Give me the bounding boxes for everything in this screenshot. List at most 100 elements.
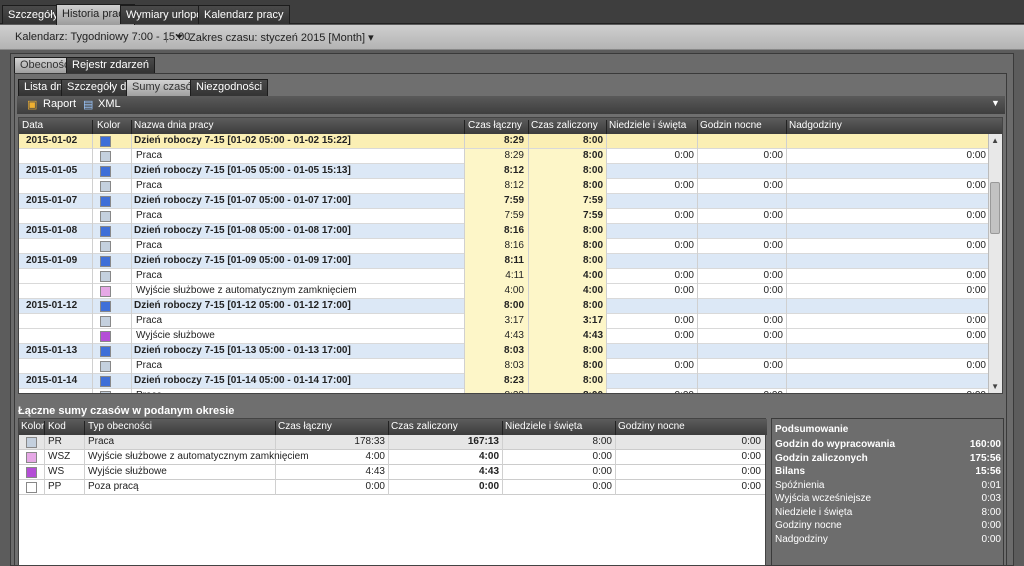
entry-row[interactable]: Praca 3:17 3:17 0:00 0:00 0:00 <box>19 314 989 329</box>
column-divider <box>131 194 132 209</box>
row-overtime: 0:00 <box>966 270 986 281</box>
day-row[interactable]: 2015-01-08 Dzień roboczy 7-15 [01-08 05:0… <box>19 224 989 239</box>
sums-col-kolor[interactable]: Kolor <box>21 421 44 432</box>
entry-row[interactable]: Praca 8:29 8:00 0:00 0:00 0:00 <box>19 149 989 164</box>
summary-label: Spóźnienia <box>775 479 825 491</box>
sums-col-czas-zaliczony[interactable]: Czas zaliczony <box>391 421 458 432</box>
column-divider <box>697 284 698 299</box>
column-divider <box>84 450 85 465</box>
scroll-up-icon[interactable]: ▲ <box>991 136 999 145</box>
sums-row[interactable]: WS Wyjście służbowe 4:43 4:43 0:00 0:00 <box>19 465 765 480</box>
column-divider <box>528 359 529 374</box>
sums-col-kod[interactable]: Kod <box>48 421 66 432</box>
column-divider <box>786 374 787 389</box>
column-divider <box>92 164 93 179</box>
column-divider <box>464 224 465 239</box>
row-total: 8:00 <box>503 300 524 311</box>
entry-row[interactable]: Praca 8:12 8:00 0:00 0:00 0:00 <box>19 179 989 194</box>
day-row[interactable]: 2015-01-07 Dzień roboczy 7-15 [01-07 05:0… <box>19 194 989 209</box>
col-nazwa[interactable]: Nazwa dnia pracy <box>134 120 213 131</box>
column-divider <box>131 389 132 393</box>
chevron-down-icon[interactable]: ▼ <box>991 98 1000 108</box>
summary-label: Wyjścia wcześniejsze <box>775 493 872 504</box>
row-overtime: 0:00 <box>966 285 986 296</box>
col-godzin-nocne[interactable]: Godzin nocne <box>700 120 762 131</box>
color-swatch <box>100 136 111 147</box>
col-data[interactable]: Data <box>22 120 43 131</box>
report-button[interactable]: Raport <box>43 98 76 110</box>
row-total: 3:17 <box>504 315 524 326</box>
sums-col-czas-laczny[interactable]: Czas łączny <box>278 421 332 432</box>
column-divider <box>44 465 45 480</box>
sums-total: 0:00 <box>365 481 385 492</box>
row-night: 0:00 <box>763 315 783 326</box>
column-divider <box>44 450 45 465</box>
row-total: 8:23 <box>503 375 524 386</box>
col-kolor[interactable]: Kolor <box>97 120 120 131</box>
vertical-scrollbar[interactable]: ▲ ▼ <box>988 134 1002 393</box>
sums-row[interactable]: PP Poza pracą 0:00 0:00 0:00 0:00 <box>19 480 765 495</box>
color-swatch <box>100 226 111 237</box>
entry-row[interactable]: Wyjście służbowe 4:43 4:43 0:00 0:00 0:00 <box>19 329 989 344</box>
col-niedziele[interactable]: Niedziele i święta <box>609 120 686 131</box>
day-row[interactable]: 2015-01-14 Dzień roboczy 7-15 [01-14 05:0… <box>19 374 989 389</box>
summary-line: Godzin do wypracowania 160:00 <box>775 439 1001 450</box>
sums-row[interactable]: PR Praca 178:33 167:13 8:00 0:00 <box>19 435 765 450</box>
tab-kalendarz-pracy[interactable]: Kalendarz pracy <box>198 5 290 24</box>
xml-button[interactable]: XML <box>98 98 121 110</box>
sums-col-typ[interactable]: Typ obecności <box>88 421 152 432</box>
entry-row[interactable]: Wyjście służbowe z automatycznym zamknię… <box>19 284 989 299</box>
column-divider <box>131 299 132 314</box>
row-credited: 8:00 <box>582 300 603 311</box>
col-nadgodziny[interactable]: Nadgodziny <box>789 120 842 131</box>
day-row[interactable]: 2015-01-09 Dzień roboczy 7-15 [01-09 05:0… <box>19 254 989 269</box>
tab-niezgodnosci[interactable]: Niezgodności <box>190 79 269 96</box>
col-czas-laczny[interactable]: Czas łączny <box>468 120 522 131</box>
day-row[interactable]: 2015-01-05 Dzień roboczy 7-15 [01-05 05:0… <box>19 164 989 179</box>
day-row[interactable]: 2015-01-02 Dzień roboczy 7-15 [01-02 05:0… <box>19 134 989 149</box>
row-name: Praca <box>136 180 163 191</box>
tab-rejestr-zdarzen[interactable]: Rejestr zdarzeń <box>66 57 156 73</box>
entry-row[interactable]: Praca 8:23 8:00 0:00 0:00 0:00 <box>19 389 989 393</box>
filter-icon: ⏷ <box>175 31 184 43</box>
row-overtime: 0:00 <box>966 240 986 251</box>
color-swatch <box>26 452 37 463</box>
column-divider <box>786 209 787 224</box>
sums-col-godziny-nocne[interactable]: Godziny nocne <box>618 421 685 432</box>
day-row[interactable]: 2015-01-13 Dzień roboczy 7-15 [01-13 05:0… <box>19 344 989 359</box>
entry-row[interactable]: Praca 8:16 8:00 0:00 0:00 0:00 <box>19 239 989 254</box>
report-icon: ▣ <box>27 99 38 111</box>
column-divider <box>606 164 607 179</box>
column-divider <box>697 344 698 359</box>
summary-title: Podsumowanie <box>775 424 849 435</box>
summary-value: 0:03 <box>981 493 1001 504</box>
sums-night: 0:00 <box>741 436 761 447</box>
row-total: 8:29 <box>504 150 524 161</box>
entry-row[interactable]: Praca 8:03 8:00 0:00 0:00 0:00 <box>19 359 989 374</box>
sums-col-niedziele[interactable]: Niedziele i święta <box>505 421 582 432</box>
grid-header: Data Kolor Nazwa dnia pracy Czas łączny … <box>19 118 1002 136</box>
entry-row[interactable]: Praca 4:11 4:00 0:00 0:00 0:00 <box>19 269 989 284</box>
column-divider <box>697 254 698 269</box>
row-total: 8:16 <box>503 225 524 236</box>
column-divider <box>606 209 607 224</box>
tab-szczegoly[interactable]: Szczegóły <box>2 5 65 24</box>
column-divider <box>606 284 607 299</box>
summary-label: Godzin do wypracowania <box>775 439 896 450</box>
entry-row[interactable]: Praca 7:59 7:59 0:00 0:00 0:00 <box>19 209 989 224</box>
column-divider <box>697 164 698 179</box>
sums-row[interactable]: WSZ Wyjście służbowe z automatycznym zamk… <box>19 450 765 465</box>
column-divider <box>502 435 503 450</box>
column-divider <box>464 239 465 254</box>
scroll-down-icon[interactable]: ▼ <box>991 382 999 391</box>
day-row[interactable]: 2015-01-12 Dzień roboczy 7-15 [01-12 05:0… <box>19 299 989 314</box>
row-total: 7:59 <box>503 195 524 206</box>
col-czas-zaliczony[interactable]: Czas zaliczony <box>531 120 598 131</box>
column-divider <box>464 149 465 164</box>
date-range-dropdown[interactable]: Zakres czasu: styczeń 2015 [Month] ▾ <box>189 31 374 44</box>
scroll-thumb[interactable] <box>990 182 1000 234</box>
column-divider <box>464 314 465 329</box>
sums-sundays: 0:00 <box>592 466 612 477</box>
color-swatch <box>26 482 37 493</box>
color-swatch <box>100 151 111 162</box>
